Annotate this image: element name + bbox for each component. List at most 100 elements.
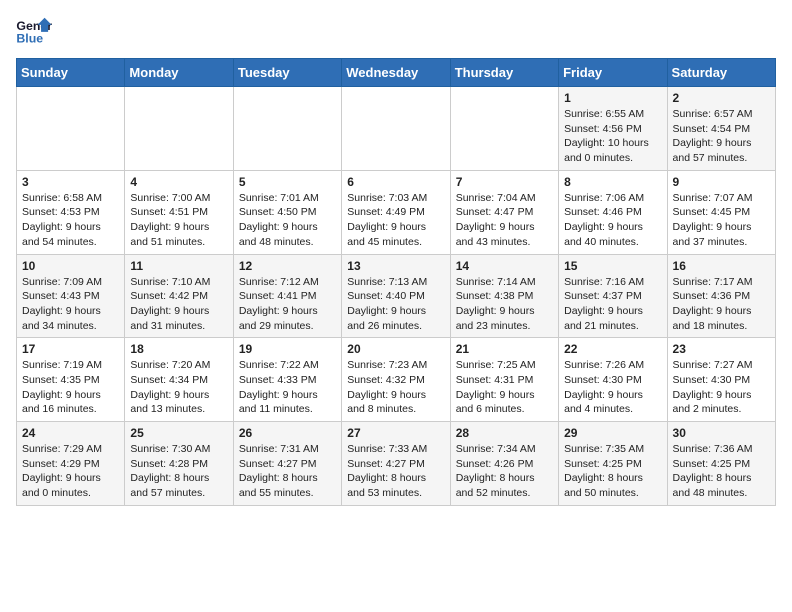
- day-cell: 17 Sunrise: 7:19 AM Sunset: 4:35 PM Dayli…: [17, 338, 125, 422]
- day-number: 18: [130, 342, 227, 356]
- day-cell: 23 Sunrise: 7:27 AM Sunset: 4:30 PM Dayli…: [667, 338, 775, 422]
- day-number: 15: [564, 259, 661, 273]
- day-number: 27: [347, 426, 444, 440]
- header-cell-friday: Friday: [559, 59, 667, 87]
- day-info: Sunrise: 6:55 AM Sunset: 4:56 PM Dayligh…: [564, 107, 661, 166]
- day-cell: 28Sunrise: 7:34 AM Sunset: 4:26 PM Dayli…: [450, 422, 558, 506]
- day-number: 20: [347, 342, 444, 356]
- day-number: 21: [456, 342, 553, 356]
- day-info: Sunrise: 7:23 AM Sunset: 4:32 PM Dayligh…: [347, 358, 444, 417]
- day-cell: 26 Sunrise: 7:31 AM Sunset: 4:27 PM Dayli…: [233, 422, 341, 506]
- day-info: Sunrise: 7:04 AM Sunset: 4:47 PM Dayligh…: [456, 191, 553, 250]
- calendar-header: SundayMondayTuesdayWednesdayThursdayFrid…: [17, 59, 776, 87]
- day-info: Sunrise: 7:06 AM Sunset: 4:46 PM Dayligh…: [564, 191, 661, 250]
- day-cell: 3 Sunrise: 6:58 AM Sunset: 4:53 PM Daylig…: [17, 170, 125, 254]
- day-info: Sunrise: 7:14 AM Sunset: 4:38 PM Dayligh…: [456, 275, 553, 334]
- day-info: Sunrise: 7:31 AM Sunset: 4:27 PM Dayligh…: [239, 442, 336, 501]
- day-info: Sunrise: 7:36 AM Sunset: 4:25 PM Dayligh…: [673, 442, 770, 501]
- day-info: Sunrise: 6:57 AM Sunset: 4:54 PM Dayligh…: [673, 107, 770, 166]
- day-cell: [342, 87, 450, 171]
- header-cell-saturday: Saturday: [667, 59, 775, 87]
- week-row-4: 24Sunrise: 7:29 AM Sunset: 4:29 PM Dayli…: [17, 422, 776, 506]
- day-number: 5: [239, 175, 336, 189]
- header-cell-sunday: Sunday: [17, 59, 125, 87]
- day-info: Sunrise: 7:33 AM Sunset: 4:27 PM Dayligh…: [347, 442, 444, 501]
- week-row-2: 10Sunrise: 7:09 AM Sunset: 4:43 PM Dayli…: [17, 254, 776, 338]
- day-number: 14: [456, 259, 553, 273]
- day-number: 19: [239, 342, 336, 356]
- day-cell: 10Sunrise: 7:09 AM Sunset: 4:43 PM Dayli…: [17, 254, 125, 338]
- logo-icon: General Blue: [16, 16, 52, 46]
- day-info: Sunrise: 7:19 AM Sunset: 4:35 PM Dayligh…: [22, 358, 119, 417]
- day-info: Sunrise: 7:13 AM Sunset: 4:40 PM Dayligh…: [347, 275, 444, 334]
- day-cell: 15 Sunrise: 7:16 AM Sunset: 4:37 PM Dayli…: [559, 254, 667, 338]
- day-cell: 12 Sunrise: 7:12 AM Sunset: 4:41 PM Dayli…: [233, 254, 341, 338]
- logo: General Blue: [16, 16, 52, 46]
- header: General Blue: [16, 16, 776, 46]
- day-cell: 5 Sunrise: 7:01 AM Sunset: 4:50 PM Daylig…: [233, 170, 341, 254]
- day-info: Sunrise: 7:01 AM Sunset: 4:50 PM Dayligh…: [239, 191, 336, 250]
- day-cell: 20 Sunrise: 7:23 AM Sunset: 4:32 PM Dayli…: [342, 338, 450, 422]
- day-number: 7: [456, 175, 553, 189]
- header-row: SundayMondayTuesdayWednesdayThursdayFrid…: [17, 59, 776, 87]
- day-cell: 11 Sunrise: 7:10 AM Sunset: 4:42 PM Dayli…: [125, 254, 233, 338]
- day-info: Sunrise: 7:17 AM Sunset: 4:36 PM Dayligh…: [673, 275, 770, 334]
- day-number: 23: [673, 342, 770, 356]
- day-cell: 18 Sunrise: 7:20 AM Sunset: 4:34 PM Dayli…: [125, 338, 233, 422]
- day-info: Sunrise: 7:16 AM Sunset: 4:37 PM Dayligh…: [564, 275, 661, 334]
- week-row-1: 3 Sunrise: 6:58 AM Sunset: 4:53 PM Daylig…: [17, 170, 776, 254]
- day-number: 25: [130, 426, 227, 440]
- day-cell: 1Sunrise: 6:55 AM Sunset: 4:56 PM Daylig…: [559, 87, 667, 171]
- day-info: Sunrise: 6:58 AM Sunset: 4:53 PM Dayligh…: [22, 191, 119, 250]
- header-cell-monday: Monday: [125, 59, 233, 87]
- day-cell: 8 Sunrise: 7:06 AM Sunset: 4:46 PM Daylig…: [559, 170, 667, 254]
- day-number: 8: [564, 175, 661, 189]
- day-info: Sunrise: 7:29 AM Sunset: 4:29 PM Dayligh…: [22, 442, 119, 501]
- day-cell: 22Sunrise: 7:26 AM Sunset: 4:30 PM Dayli…: [559, 338, 667, 422]
- day-number: 10: [22, 259, 119, 273]
- day-cell: 30 Sunrise: 7:36 AM Sunset: 4:25 PM Dayli…: [667, 422, 775, 506]
- day-info: Sunrise: 7:30 AM Sunset: 4:28 PM Dayligh…: [130, 442, 227, 501]
- day-number: 30: [673, 426, 770, 440]
- day-info: Sunrise: 7:25 AM Sunset: 4:31 PM Dayligh…: [456, 358, 553, 417]
- day-number: 4: [130, 175, 227, 189]
- calendar-body: 1Sunrise: 6:55 AM Sunset: 4:56 PM Daylig…: [17, 87, 776, 506]
- day-cell: 16Sunrise: 7:17 AM Sunset: 4:36 PM Dayli…: [667, 254, 775, 338]
- header-cell-thursday: Thursday: [450, 59, 558, 87]
- day-cell: 2 Sunrise: 6:57 AM Sunset: 4:54 PM Daylig…: [667, 87, 775, 171]
- day-cell: 27 Sunrise: 7:33 AM Sunset: 4:27 PM Dayli…: [342, 422, 450, 506]
- svg-text:Blue: Blue: [16, 31, 43, 45]
- day-info: Sunrise: 7:20 AM Sunset: 4:34 PM Dayligh…: [130, 358, 227, 417]
- day-cell: 19 Sunrise: 7:22 AM Sunset: 4:33 PM Dayli…: [233, 338, 341, 422]
- day-number: 26: [239, 426, 336, 440]
- day-number: 12: [239, 259, 336, 273]
- day-number: 6: [347, 175, 444, 189]
- day-info: Sunrise: 7:27 AM Sunset: 4:30 PM Dayligh…: [673, 358, 770, 417]
- day-cell: 25 Sunrise: 7:30 AM Sunset: 4:28 PM Dayli…: [125, 422, 233, 506]
- day-number: 28: [456, 426, 553, 440]
- day-info: Sunrise: 7:26 AM Sunset: 4:30 PM Dayligh…: [564, 358, 661, 417]
- day-info: Sunrise: 7:35 AM Sunset: 4:25 PM Dayligh…: [564, 442, 661, 501]
- day-cell: 24Sunrise: 7:29 AM Sunset: 4:29 PM Dayli…: [17, 422, 125, 506]
- header-cell-tuesday: Tuesday: [233, 59, 341, 87]
- day-number: 3: [22, 175, 119, 189]
- day-number: 2: [673, 91, 770, 105]
- day-info: Sunrise: 7:00 AM Sunset: 4:51 PM Dayligh…: [130, 191, 227, 250]
- day-cell: 29Sunrise: 7:35 AM Sunset: 4:25 PM Dayli…: [559, 422, 667, 506]
- week-row-0: 1Sunrise: 6:55 AM Sunset: 4:56 PM Daylig…: [17, 87, 776, 171]
- day-number: 11: [130, 259, 227, 273]
- day-cell: [17, 87, 125, 171]
- day-cell: [125, 87, 233, 171]
- day-info: Sunrise: 7:22 AM Sunset: 4:33 PM Dayligh…: [239, 358, 336, 417]
- week-row-3: 17 Sunrise: 7:19 AM Sunset: 4:35 PM Dayli…: [17, 338, 776, 422]
- day-number: 9: [673, 175, 770, 189]
- day-cell: 13Sunrise: 7:13 AM Sunset: 4:40 PM Dayli…: [342, 254, 450, 338]
- day-cell: 21 Sunrise: 7:25 AM Sunset: 4:31 PM Dayli…: [450, 338, 558, 422]
- day-cell: 6 Sunrise: 7:03 AM Sunset: 4:49 PM Daylig…: [342, 170, 450, 254]
- day-info: Sunrise: 7:10 AM Sunset: 4:42 PM Dayligh…: [130, 275, 227, 334]
- day-number: 17: [22, 342, 119, 356]
- day-info: Sunrise: 7:12 AM Sunset: 4:41 PM Dayligh…: [239, 275, 336, 334]
- day-cell: 9Sunrise: 7:07 AM Sunset: 4:45 PM Daylig…: [667, 170, 775, 254]
- day-cell: 4 Sunrise: 7:00 AM Sunset: 4:51 PM Daylig…: [125, 170, 233, 254]
- day-info: Sunrise: 7:03 AM Sunset: 4:49 PM Dayligh…: [347, 191, 444, 250]
